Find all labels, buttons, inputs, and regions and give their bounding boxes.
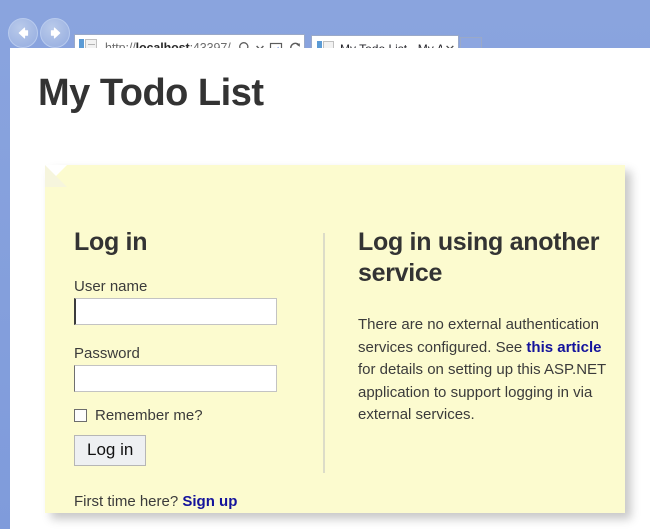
external-description: There are no external authentication ser…	[358, 314, 608, 427]
remember-me-label[interactable]: Remember me?	[95, 407, 203, 424]
page-content: My Todo List Log in User name Password R…	[10, 48, 650, 529]
remember-me-checkbox[interactable]	[74, 408, 87, 422]
login-heading: Log in	[74, 228, 148, 256]
username-label: User name	[74, 277, 148, 295]
column-divider	[323, 233, 325, 473]
page-title: My Todo List	[38, 72, 264, 114]
login-panel: Log in User name Password Remember me? L…	[45, 165, 625, 513]
this-article-link[interactable]: this article	[526, 339, 601, 356]
signup-prompt: First time here?	[74, 493, 183, 510]
external-heading: Log in using another service	[358, 228, 600, 287]
username-input[interactable]	[74, 297, 277, 325]
forward-button[interactable]	[40, 18, 70, 48]
sign-up-link[interactable]: Sign up	[182, 493, 237, 510]
forward-arrow-icon	[41, 25, 69, 41]
remember-me-row[interactable]: Remember me?	[74, 407, 314, 424]
back-arrow-icon	[9, 25, 37, 41]
signup-row: First time here? Sign up	[74, 493, 237, 510]
back-button[interactable]	[8, 18, 38, 48]
password-input[interactable]	[74, 364, 277, 392]
external-text-after: for details on setting up this ASP.NET a…	[358, 361, 606, 423]
password-label: Password	[74, 344, 140, 362]
external-services-column: Log in using another service There are n…	[358, 227, 608, 427]
login-form-column: Log in User name Password Remember me? L…	[74, 227, 314, 466]
browser-window: http://localhost:43397/	[0, 0, 650, 529]
login-submit-button[interactable]: Log in	[74, 434, 147, 466]
panel-fold-shade	[45, 165, 67, 187]
